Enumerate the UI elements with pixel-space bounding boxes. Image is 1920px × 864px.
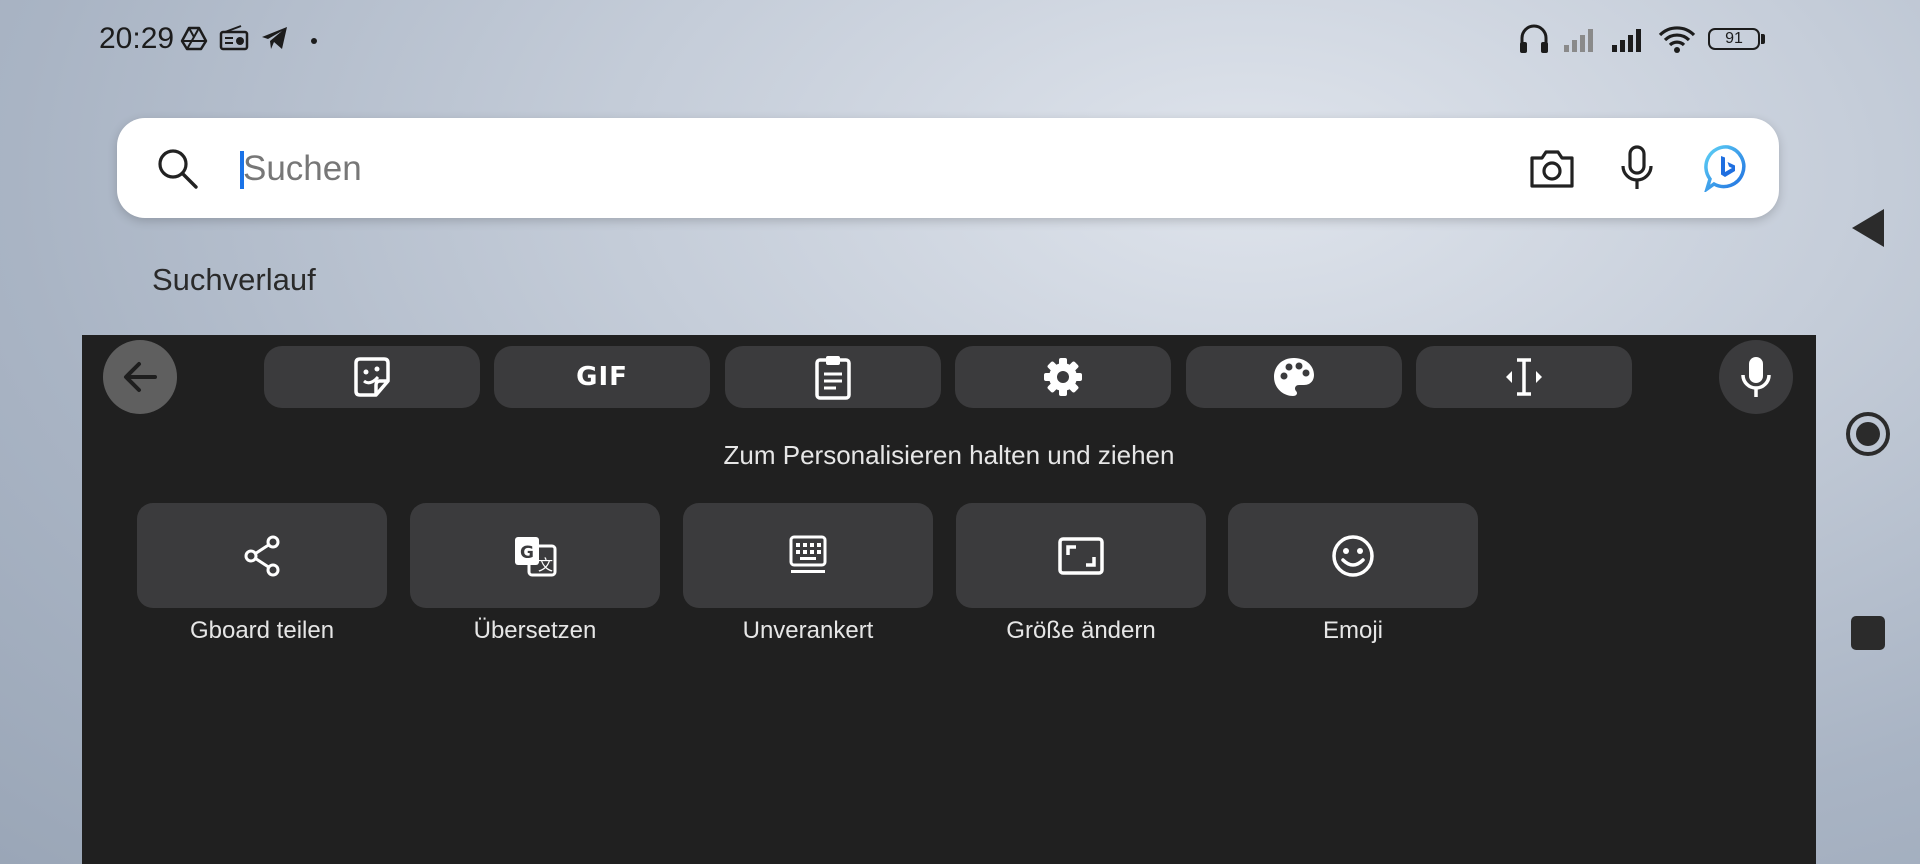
sticker-icon	[354, 357, 390, 397]
gif-button[interactable]: GIF	[494, 346, 710, 408]
settings-icon	[1044, 358, 1082, 396]
drive-icon	[180, 26, 208, 51]
arrow-left-icon	[124, 362, 157, 392]
search-history-label: Suchverlauf	[152, 262, 316, 297]
share-icon	[244, 535, 280, 576]
bing-chat-icon[interactable]	[1704, 144, 1752, 192]
sticker-button[interactable]	[264, 346, 480, 408]
keyboard-back-button[interactable]	[103, 340, 177, 414]
signal-icon	[1612, 29, 1641, 52]
search-input[interactable]	[241, 142, 1505, 196]
keyboard-panel: GIF Zum Personalisieren halten und ziehe…	[82, 335, 1816, 864]
text-cursor-icon	[1506, 358, 1542, 396]
battery-level: 91	[1725, 30, 1743, 47]
battery-icon: 91	[1708, 28, 1760, 50]
theme-button[interactable]	[1186, 346, 1402, 408]
dot-icon	[311, 38, 317, 44]
camera-icon[interactable]	[1528, 146, 1576, 190]
resize-label: Größe ändern	[1006, 617, 1156, 644]
clipboard-icon	[815, 356, 851, 400]
translate-icon: G 文	[515, 536, 557, 576]
floating-keyboard-icon	[789, 535, 827, 573]
resize-tile[interactable]	[956, 503, 1206, 608]
nav-home-icon[interactable]	[1844, 410, 1892, 458]
translate-label: Übersetzen	[473, 617, 597, 644]
gif-icon: GIF	[576, 362, 628, 392]
resize-icon	[1058, 536, 1104, 575]
search-icon	[158, 149, 198, 189]
customize-hint: Zum Personalisieren halten und ziehen	[723, 440, 1175, 470]
emoji-label: Emoji	[1322, 617, 1383, 644]
floating-keyboard-tile[interactable]	[683, 503, 933, 608]
wifi-icon	[1658, 26, 1696, 53]
microphone-icon	[1741, 357, 1771, 397]
palette-icon	[1274, 358, 1314, 396]
translate-tile[interactable]: G 文	[410, 503, 660, 608]
svg-text:G: G	[520, 543, 534, 563]
nav-recents-icon[interactable]	[1851, 616, 1885, 650]
text-editing-button[interactable]	[1416, 346, 1632, 408]
microphone-icon[interactable]	[1617, 144, 1657, 192]
search-bar[interactable]	[117, 118, 1779, 218]
clipboard-button[interactable]	[725, 346, 941, 408]
floating-keyboard-label: Unverankert	[742, 617, 874, 644]
headphones-icon	[1520, 24, 1548, 53]
svg-text:文: 文	[538, 556, 553, 574]
voice-input-button[interactable]	[1719, 340, 1793, 414]
status-bar: 20:29 91	[0, 0, 1920, 82]
status-time: 20:29	[99, 22, 175, 55]
nav-back-icon[interactable]	[1848, 206, 1888, 250]
settings-button[interactable]	[955, 346, 1171, 408]
emoji-tile[interactable]	[1228, 503, 1478, 608]
share-gboard-label: Gboard teilen	[189, 617, 335, 644]
battery-tip	[1761, 34, 1765, 44]
signal-weak-icon	[1564, 29, 1593, 52]
telegram-icon	[262, 27, 287, 49]
share-gboard-tile[interactable]	[137, 503, 387, 608]
radio-icon	[219, 25, 249, 51]
emoji-icon	[1332, 534, 1374, 577]
